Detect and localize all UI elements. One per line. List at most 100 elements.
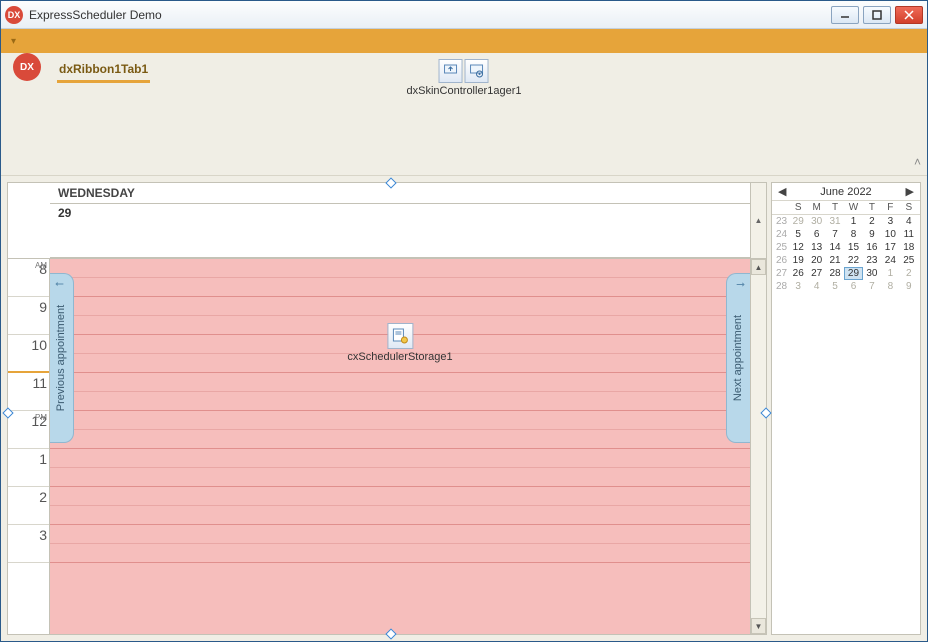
- date-cell[interactable]: 1: [881, 267, 899, 280]
- time-ruler-slot: 1: [8, 449, 49, 487]
- close-button[interactable]: [895, 6, 923, 24]
- date-cell[interactable]: 31: [826, 215, 844, 228]
- date-cell[interactable]: 26: [789, 267, 807, 280]
- date-cell[interactable]: 11: [900, 228, 918, 241]
- time-cell[interactable]: [50, 392, 750, 411]
- skin-controller-icon-2: [465, 59, 489, 83]
- all-day-area[interactable]: 29: [50, 204, 750, 258]
- date-navigator[interactable]: ◀ June 2022 ▶ SMTWTFS 232930311234245678…: [771, 182, 921, 635]
- time-cell[interactable]: [50, 430, 750, 449]
- window-buttons: [831, 6, 923, 24]
- vertical-scrollbar[interactable]: ▲ ▼: [750, 259, 766, 634]
- date-cell[interactable]: 2: [863, 215, 881, 228]
- date-cell[interactable]: 24: [881, 254, 899, 267]
- date-navigator-grid: 2329303112342456789101125121314151617182…: [772, 215, 920, 295]
- dow-label: W: [844, 202, 862, 213]
- time-cell[interactable]: [50, 487, 750, 506]
- date-cell[interactable]: 9: [900, 280, 918, 293]
- time-cell[interactable]: [50, 335, 750, 354]
- date-cell[interactable]: 16: [863, 241, 881, 254]
- date-cell[interactable]: 12: [789, 241, 807, 254]
- date-cell[interactable]: 29: [789, 215, 807, 228]
- date-cell[interactable]: 4: [807, 280, 825, 293]
- date-cell[interactable]: 13: [807, 241, 825, 254]
- time-cells-area[interactable]: ⭠ Previous appointment ⭢ Next appointmen…: [50, 259, 750, 634]
- date-cell[interactable]: 9: [863, 228, 881, 241]
- date-cell[interactable]: 30: [863, 267, 881, 280]
- date-cell[interactable]: 5: [826, 280, 844, 293]
- date-cell[interactable]: 3: [789, 280, 807, 293]
- time-cell[interactable]: [50, 316, 750, 335]
- date-navigator-header: ◀ June 2022 ▶: [772, 183, 920, 201]
- date-cell[interactable]: 2: [900, 267, 918, 280]
- date-nav-next-icon[interactable]: ▶: [904, 185, 916, 198]
- date-cell[interactable]: 22: [844, 254, 862, 267]
- date-cell[interactable]: 6: [807, 228, 825, 241]
- scroll-up-button[interactable]: ▲: [751, 259, 766, 275]
- date-cell[interactable]: 4: [900, 215, 918, 228]
- ribbon-tab-1[interactable]: dxRibbon1Tab1: [57, 56, 150, 83]
- designer-surface: WEDNESDAY 29 ▲ 8AM9101112PM123 ⭠ Previou…: [1, 176, 927, 641]
- dow-label: S: [900, 202, 918, 213]
- scheduler[interactable]: WEDNESDAY 29 ▲ 8AM9101112PM123 ⭠ Previou…: [7, 182, 767, 635]
- time-cell[interactable]: [50, 525, 750, 544]
- day-date-label: 29: [50, 204, 750, 257]
- date-cell[interactable]: 19: [789, 254, 807, 267]
- week-number: 25: [774, 241, 789, 254]
- date-cell[interactable]: 23: [863, 254, 881, 267]
- time-cell[interactable]: [50, 411, 750, 430]
- date-cell[interactable]: 15: [844, 241, 862, 254]
- date-cell[interactable]: 25: [900, 254, 918, 267]
- date-cell[interactable]: 6: [844, 280, 862, 293]
- date-cell[interactable]: 8: [881, 280, 899, 293]
- maximize-button[interactable]: [863, 6, 891, 24]
- date-cell[interactable]: 21: [826, 254, 844, 267]
- time-cell[interactable]: [50, 354, 750, 373]
- date-cell[interactable]: 7: [826, 228, 844, 241]
- day-header[interactable]: WEDNESDAY: [50, 183, 750, 204]
- date-cell[interactable]: 29: [844, 267, 862, 280]
- scroll-down-button[interactable]: ▼: [751, 618, 766, 634]
- week-number: 27: [774, 267, 789, 280]
- time-ruler-slot: 3: [8, 525, 49, 563]
- date-cell[interactable]: 7: [863, 280, 881, 293]
- ribbon-app-button[interactable]: DX: [13, 53, 41, 81]
- ribbon: DX dxRibbon1Tab1 dxSkinController1ager1 …: [1, 53, 927, 176]
- date-cell[interactable]: 18: [900, 241, 918, 254]
- date-cell[interactable]: 27: [807, 267, 825, 280]
- time-cell[interactable]: [50, 373, 750, 392]
- next-appointment-tab[interactable]: ⭢ Next appointment: [726, 273, 750, 443]
- time-cell[interactable]: [50, 544, 750, 563]
- ribbon-collapse-icon[interactable]: ˄: [914, 155, 921, 169]
- date-cell[interactable]: 1: [844, 215, 862, 228]
- time-cell[interactable]: [50, 278, 750, 297]
- date-nav-prev-icon[interactable]: ◀: [776, 185, 788, 198]
- date-cell[interactable]: 10: [881, 228, 899, 241]
- date-cell[interactable]: 14: [826, 241, 844, 254]
- date-cell[interactable]: 8: [844, 228, 862, 241]
- next-appointment-label: Next appointment: [733, 315, 745, 401]
- time-cell[interactable]: [50, 506, 750, 525]
- date-cell[interactable]: 5: [789, 228, 807, 241]
- titlebar: DX ExpressScheduler Demo: [1, 1, 927, 29]
- time-cell[interactable]: [50, 297, 750, 316]
- date-cell[interactable]: 30: [807, 215, 825, 228]
- window-title: ExpressScheduler Demo: [29, 8, 831, 22]
- date-cell[interactable]: 20: [807, 254, 825, 267]
- time-cell[interactable]: [50, 468, 750, 487]
- app-window: DX ExpressScheduler Demo ▾ DX dxRibbon1T…: [0, 0, 928, 642]
- minimize-button[interactable]: [831, 6, 859, 24]
- ribbon-body: dxSkinController1ager1 ˄: [1, 83, 927, 175]
- week-number: 23: [774, 215, 789, 228]
- time-cell[interactable]: [50, 449, 750, 468]
- date-cell[interactable]: 17: [881, 241, 899, 254]
- date-navigator-title[interactable]: June 2022: [820, 186, 871, 198]
- time-cell[interactable]: [50, 259, 750, 278]
- day-header-scroll-up-icon[interactable]: ▲: [750, 183, 766, 258]
- date-cell[interactable]: 3: [881, 215, 899, 228]
- qat-dropdown-icon[interactable]: ▾: [11, 36, 16, 47]
- date-cell[interactable]: 28: [826, 267, 844, 280]
- previous-appointment-tab[interactable]: ⭠ Previous appointment: [50, 273, 74, 443]
- skin-controller-component[interactable]: dxSkinController1ager1: [407, 59, 522, 97]
- dow-label: F: [881, 202, 899, 213]
